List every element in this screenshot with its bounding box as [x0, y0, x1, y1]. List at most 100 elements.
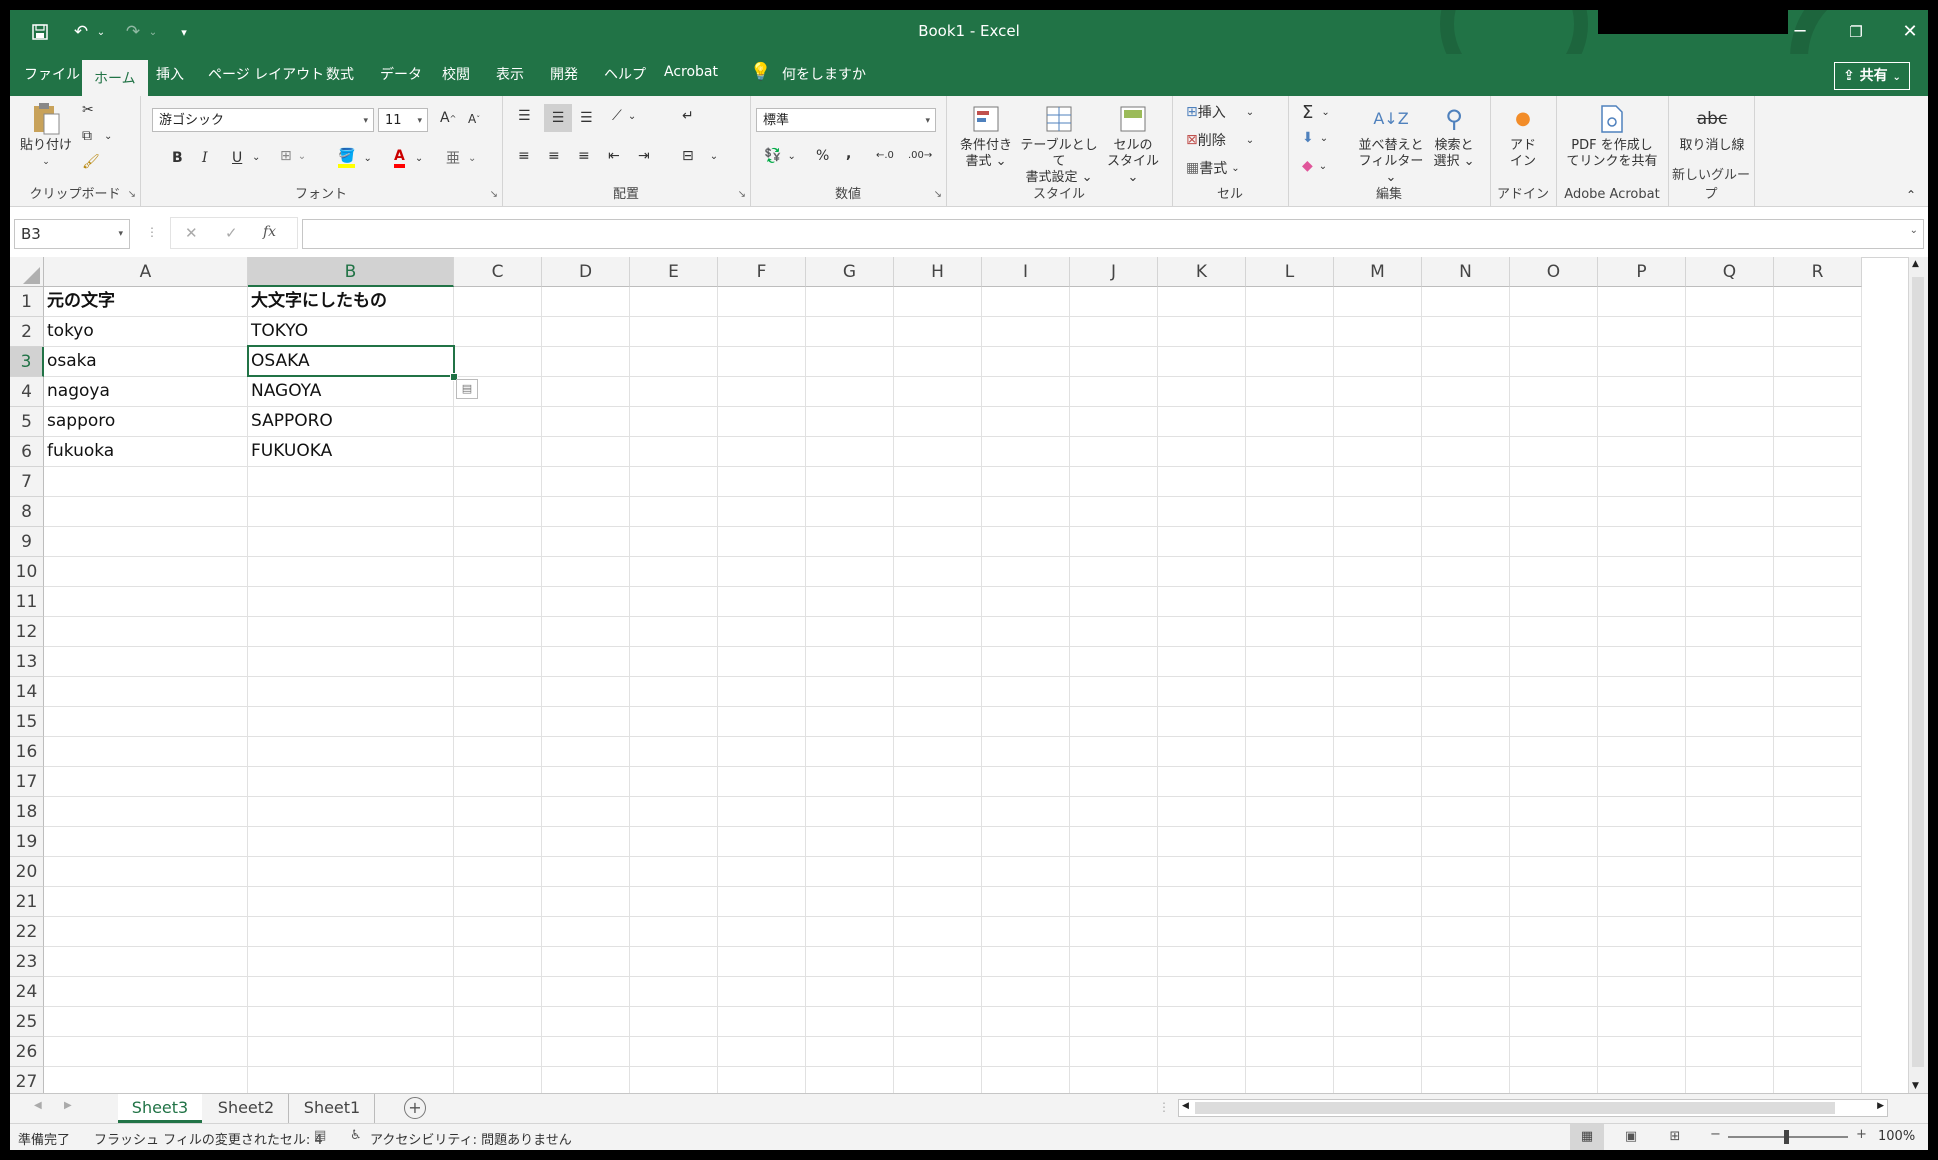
cell-d22[interactable] [542, 917, 630, 947]
cell-b20[interactable] [248, 857, 454, 887]
column-header-n[interactable]: N [1422, 257, 1510, 287]
cell-b13[interactable] [248, 647, 454, 677]
cell-p13[interactable] [1598, 647, 1686, 677]
cell-d1[interactable] [542, 287, 630, 317]
cell-h16[interactable] [894, 737, 982, 767]
cell-m18[interactable] [1334, 797, 1422, 827]
cell-b21[interactable] [248, 887, 454, 917]
top-align-icon[interactable]: ☰ [518, 108, 531, 124]
cell-r19[interactable] [1774, 827, 1862, 857]
cell-n13[interactable] [1422, 647, 1510, 677]
cell-n4[interactable] [1422, 377, 1510, 407]
cell-r15[interactable] [1774, 707, 1862, 737]
cell-i10[interactable] [982, 557, 1070, 587]
cell-f8[interactable] [718, 497, 806, 527]
cell-f6[interactable] [718, 437, 806, 467]
cell-o5[interactable] [1510, 407, 1598, 437]
row-header-12[interactable]: 12 [10, 617, 44, 647]
cell-g6[interactable] [806, 437, 894, 467]
tab-review[interactable]: 校閲 [442, 64, 470, 84]
cell-o14[interactable] [1510, 677, 1598, 707]
lightbulb-icon[interactable]: 💡 [750, 62, 771, 82]
cell-m4[interactable] [1334, 377, 1422, 407]
orientation-icon[interactable]: ⟋ ⌄ [612, 108, 636, 124]
cell-e1[interactable] [630, 287, 718, 317]
cell-q4[interactable] [1686, 377, 1774, 407]
column-header-o[interactable]: O [1510, 257, 1598, 287]
cell-r9[interactable] [1774, 527, 1862, 557]
cell-f11[interactable] [718, 587, 806, 617]
zoom-slider-thumb[interactable] [1784, 1130, 1789, 1144]
cell-q7[interactable] [1686, 467, 1774, 497]
cell-p18[interactable] [1598, 797, 1686, 827]
macro-record-icon[interactable]: ▤ [314, 1128, 326, 1143]
cell-r12[interactable] [1774, 617, 1862, 647]
name-box[interactable]: B3 ▾ [14, 219, 130, 249]
cell-e11[interactable] [630, 587, 718, 617]
cell-h22[interactable] [894, 917, 982, 947]
cell-g14[interactable] [806, 677, 894, 707]
cell-q25[interactable] [1686, 1007, 1774, 1037]
cell-e7[interactable] [630, 467, 718, 497]
cell-d11[interactable] [542, 587, 630, 617]
cut-icon[interactable]: ✂ [82, 102, 94, 118]
cell-o12[interactable] [1510, 617, 1598, 647]
cell-l15[interactable] [1246, 707, 1334, 737]
cell-a1[interactable]: 元の文字 [44, 287, 248, 317]
cell-k24[interactable] [1158, 977, 1246, 1007]
cell-j17[interactable] [1070, 767, 1158, 797]
zoom-slider[interactable] [1728, 1130, 1848, 1144]
cell-d10[interactable] [542, 557, 630, 587]
cell-i13[interactable] [982, 647, 1070, 677]
cell-i23[interactable] [982, 947, 1070, 977]
row-header-19[interactable]: 19 [10, 827, 44, 857]
cell-h2[interactable] [894, 317, 982, 347]
cell-r22[interactable] [1774, 917, 1862, 947]
cell-g22[interactable] [806, 917, 894, 947]
cell-h15[interactable] [894, 707, 982, 737]
cell-g4[interactable] [806, 377, 894, 407]
cell-b14[interactable] [248, 677, 454, 707]
cell-p9[interactable] [1598, 527, 1686, 557]
align-left-icon[interactable]: ≡ [518, 148, 530, 164]
cell-b15[interactable] [248, 707, 454, 737]
autosum-icon[interactable]: Σ ⌄ [1302, 102, 1330, 123]
cell-r20[interactable] [1774, 857, 1862, 887]
cell-k19[interactable] [1158, 827, 1246, 857]
cell-l10[interactable] [1246, 557, 1334, 587]
row-header-11[interactable]: 11 [10, 587, 44, 617]
expand-formula-bar-icon[interactable]: ⌄ [1910, 225, 1918, 236]
row-header-18[interactable]: 18 [10, 797, 44, 827]
cell-f26[interactable] [718, 1037, 806, 1067]
cell-c6[interactable] [454, 437, 542, 467]
cell-a2[interactable]: tokyo [44, 317, 248, 347]
cell-e21[interactable] [630, 887, 718, 917]
add-sheet-icon[interactable]: + [404, 1097, 426, 1119]
cell-i24[interactable] [982, 977, 1070, 1007]
cell-e14[interactable] [630, 677, 718, 707]
cell-l1[interactable] [1246, 287, 1334, 317]
cell-r5[interactable] [1774, 407, 1862, 437]
number-format-select[interactable]: 標準 ▾ [756, 108, 936, 132]
cell-l3[interactable] [1246, 347, 1334, 377]
column-header-e[interactable]: E [630, 257, 718, 287]
cell-m6[interactable] [1334, 437, 1422, 467]
currency-icon[interactable]: 💱 ⌄ [764, 148, 796, 164]
status-accessibility[interactable]: アクセシビリティ: 問題ありません [370, 1129, 572, 1148]
cell-h7[interactable] [894, 467, 982, 497]
cell-e2[interactable] [630, 317, 718, 347]
cell-g24[interactable] [806, 977, 894, 1007]
cell-j13[interactable] [1070, 647, 1158, 677]
cell-m17[interactable] [1334, 767, 1422, 797]
cell-r4[interactable] [1774, 377, 1862, 407]
alignment-launcher-icon[interactable]: ↘ [738, 189, 746, 200]
cell-a3[interactable]: osaka [44, 347, 248, 377]
italic-button[interactable]: I [202, 150, 208, 166]
cell-b11[interactable] [248, 587, 454, 617]
cell-a10[interactable] [44, 557, 248, 587]
cell-a5[interactable]: sapporo [44, 407, 248, 437]
cell-h20[interactable] [894, 857, 982, 887]
cell-f1[interactable] [718, 287, 806, 317]
cell-k2[interactable] [1158, 317, 1246, 347]
cell-k22[interactable] [1158, 917, 1246, 947]
